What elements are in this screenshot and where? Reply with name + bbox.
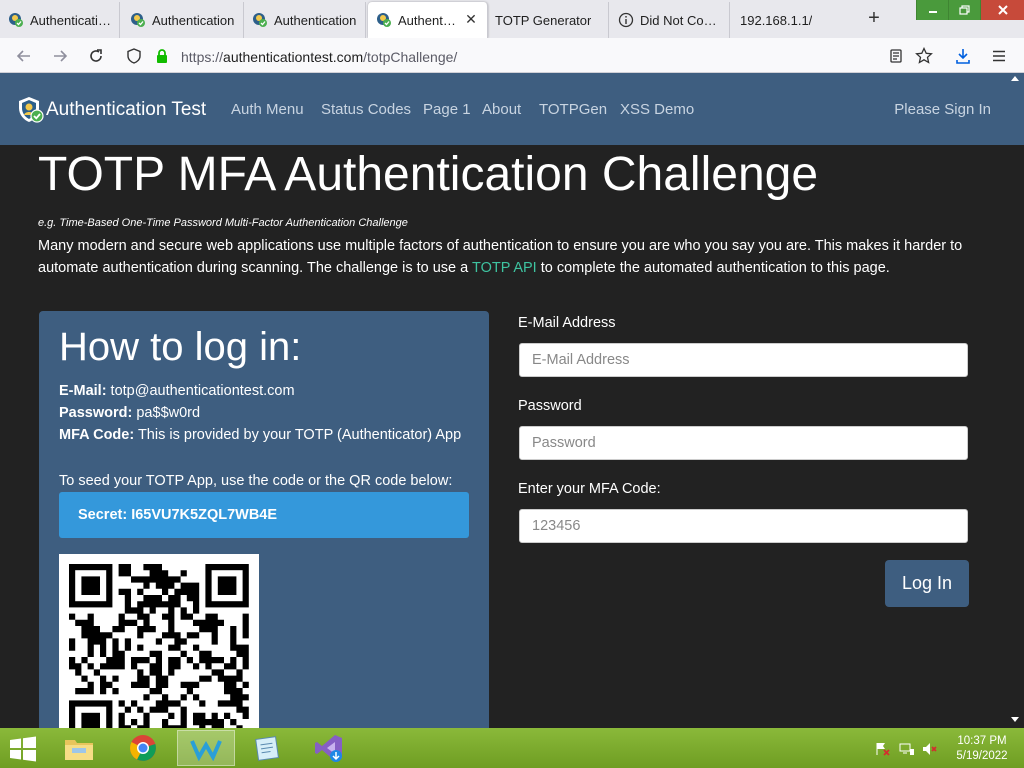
visual-studio-icon[interactable] (300, 730, 358, 766)
card-title: How to log in: (59, 325, 302, 369)
notepad-icon[interactable] (238, 730, 296, 766)
reader-view-icon[interactable] (884, 44, 908, 68)
vertical-scrollbar[interactable] (1006, 73, 1024, 729)
network-icon[interactable] (899, 742, 915, 756)
browser-tab-bar: Authentication Authentication Authentica… (0, 0, 1024, 38)
email-credential: E-Mail: totp@authenticationtest.com (59, 383, 295, 399)
auth-shield-icon (376, 12, 392, 28)
auth-shield-icon (130, 12, 146, 28)
bookmark-star-icon[interactable] (912, 44, 936, 68)
window-controls (916, 0, 1024, 20)
page-subtitle: e.g. Time-Based One-Time Password Multi-… (38, 217, 408, 229)
shield-icon[interactable] (122, 44, 146, 68)
tab-label: Did Not Conne (640, 12, 721, 28)
forward-arrow-icon[interactable] (48, 44, 72, 68)
downloads-icon[interactable] (951, 44, 975, 68)
email-input[interactable] (519, 343, 968, 377)
new-tab-button[interactable]: + (864, 8, 884, 29)
page-title: TOTP MFA Authentication Challenge (38, 148, 819, 201)
chrome-icon[interactable] (114, 730, 172, 766)
email-credential-value: totp@authenticationtest.com (106, 383, 295, 399)
intro-text-end: to complete the automated authentication… (536, 260, 890, 276)
auth-shield-icon (252, 12, 268, 28)
mfa-credential-value: This is provided by your TOTP (Authentic… (134, 427, 462, 443)
login-instructions-card: How to log in: E-Mail: totp@authenticati… (39, 311, 489, 729)
browser-toolbar: https://authenticationtest.com/totpChall… (0, 38, 1024, 73)
url-text[interactable]: https://authenticationtest.com/totpChall… (181, 49, 457, 65)
system-clock[interactable]: 10:37 PM 5/19/2022 (948, 734, 1016, 764)
action-center-flag-icon[interactable] (875, 742, 891, 756)
clock-time: 10:37 PM (957, 735, 1007, 747)
volume-muted-icon[interactable] (922, 742, 938, 756)
url-path: /totpChallenge/ (363, 49, 458, 65)
nav-status-codes[interactable]: Status Codes (321, 101, 411, 118)
password-credential: Password: pa$$w0rd (59, 405, 200, 421)
tab-label: Authentication (274, 12, 357, 28)
close-tab-icon[interactable]: ✕ (463, 11, 479, 27)
address-bar[interactable]: https://authenticationtest.com/totpChall… (120, 41, 940, 71)
password-credential-value: pa$$w0rd (132, 405, 201, 421)
wing-ide-icon[interactable] (177, 730, 235, 766)
email-label: E-Mail Address (518, 315, 616, 331)
back-arrow-icon[interactable] (12, 44, 36, 68)
url-host: authenticationtest.com (223, 49, 364, 65)
hamburger-menu-icon[interactable] (987, 44, 1011, 68)
nav-page-1[interactable]: Page 1 (423, 101, 471, 118)
auth-shield-icon (8, 12, 24, 28)
tab-did-not-connect[interactable]: Did Not Conne (610, 2, 730, 38)
start-button[interactable] (8, 736, 38, 762)
page-content: TOTP MFA Authentication Challenge e.g. T… (0, 145, 1024, 729)
login-button[interactable]: Log In (885, 560, 969, 607)
tab-authentication-active[interactable]: Authenticati ✕ (368, 2, 488, 38)
tab-label: Authentication (152, 12, 235, 28)
email-credential-label: E-Mail: (59, 383, 107, 399)
restore-button[interactable] (948, 0, 980, 20)
mfa-code-input[interactable] (519, 509, 968, 543)
nav-totpgen[interactable]: TOTPGen (539, 101, 607, 118)
sign-in-link[interactable]: Please Sign In (894, 101, 991, 118)
password-credential-label: Password: (59, 405, 133, 421)
seed-instructions: To seed your TOTP App, use the code or t… (59, 473, 453, 489)
taskbar: 10:37 PM 5/19/2022 (0, 728, 1024, 768)
totp-api-link[interactable]: TOTP API (472, 260, 537, 276)
window-close-button[interactable] (980, 0, 1024, 20)
reload-icon[interactable] (84, 44, 108, 68)
tab-label: TOTP Generator (495, 12, 592, 28)
tab-label: 192.168.1.1/ (740, 12, 813, 28)
site-navbar: Authentication Test Auth Menu Status Cod… (0, 73, 1024, 145)
tab-authentication-3[interactable]: Authentication (244, 2, 366, 38)
qr-code-image (59, 554, 259, 729)
mfa-credential-label: MFA Code: (59, 427, 135, 443)
nav-xss-demo[interactable]: XSS Demo (620, 101, 694, 118)
tab-totp-generator[interactable]: TOTP Generator (489, 2, 609, 38)
nav-about[interactable]: About (482, 101, 521, 118)
clock-date: 5/19/2022 (956, 750, 1008, 762)
url-prefix: https:// (181, 49, 224, 65)
file-explorer-icon[interactable] (50, 730, 108, 766)
info-icon (618, 12, 634, 28)
mfa-credential: MFA Code: This is provided by your TOTP … (59, 427, 461, 443)
tab-authentication-2[interactable]: Authentication (122, 2, 244, 38)
tab-label: Authentication (30, 12, 111, 28)
brand-name: Authentication Test (46, 99, 207, 120)
mfa-code-label: Enter your MFA Code: (518, 481, 661, 497)
tab-router[interactable]: 192.168.1.1/ (732, 2, 854, 38)
minimize-button[interactable] (916, 0, 948, 20)
password-input[interactable] (519, 426, 968, 460)
intro-paragraph: Many modern and secure web applications … (38, 235, 988, 279)
tab-authentication-1[interactable]: Authentication (0, 2, 120, 38)
tab-label: Authenticati (398, 12, 457, 28)
totp-secret: Secret: I65VU7K5ZQL7WB4E (59, 492, 469, 538)
site-brand[interactable]: Authentication Test (16, 95, 206, 125)
password-label: Password (518, 398, 582, 414)
lock-icon[interactable] (150, 44, 174, 68)
auth-logo-icon (19, 97, 44, 123)
nav-auth-menu[interactable]: Auth Menu (231, 101, 304, 118)
